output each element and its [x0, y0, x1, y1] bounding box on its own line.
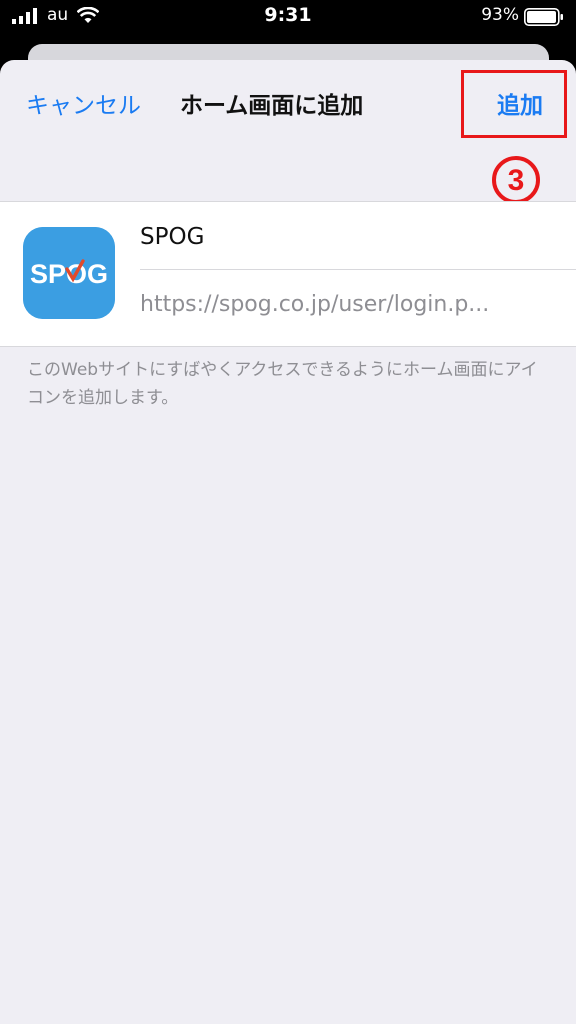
cancel-button[interactable]: キャンセル [26, 86, 141, 120]
description-text: このWebサイトにすばやくアクセスできるようにホーム画面にアイコンを追加します。 [27, 360, 538, 408]
spog-app-icon: SPOG [23, 227, 115, 319]
add-to-home-sheet: キャンセル ホーム画面に追加 追加 3 SPOG SPOG https://sp… [0, 60, 576, 1024]
bookmark-details-group: SPOG SPOG https://spog.co.jp/user/login.… [0, 201, 576, 347]
status-bar: au 9:31 93% [0, 0, 576, 34]
sheet-title: ホーム画面に追加 [180, 93, 364, 119]
svg-text:3: 3 [508, 164, 525, 197]
battery-percentage: 93% [481, 5, 519, 25]
divider [140, 269, 576, 270]
step-number-marker: 3 [492, 156, 540, 204]
annotation-highlight-box [461, 70, 567, 138]
battery-icon [524, 8, 563, 26]
bookmark-url: https://spog.co.jp/user/login.p... [140, 292, 490, 317]
bookmark-name-field[interactable]: SPOG [140, 224, 204, 250]
